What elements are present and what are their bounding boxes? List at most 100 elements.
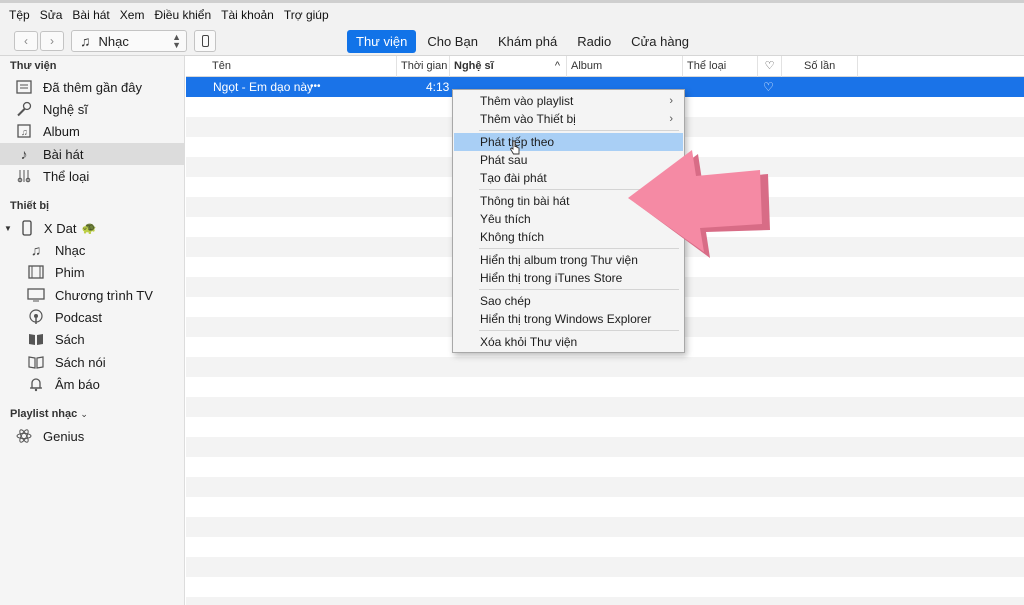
menu-help[interactable]: Trợ giúp [279, 4, 334, 26]
table-row [186, 577, 1024, 597]
music-note-icon: ♫ [80, 33, 91, 49]
love-heart-icon[interactable]: ♡ [763, 77, 774, 97]
sidebar-device-podcasts[interactable]: Podcast [0, 306, 185, 328]
sidebar-item-label: Album [43, 123, 80, 139]
chevron-left-icon: ‹ [24, 34, 28, 48]
sidebar-item-label: Phim [55, 264, 85, 280]
table-row [186, 437, 1024, 457]
sort-ascending-icon: ^ [554, 60, 560, 72]
menu-separator [479, 289, 679, 290]
table-row [186, 537, 1024, 557]
sidebar-device-tv[interactable]: Chương trình TV [0, 284, 185, 306]
tab-for-you[interactable]: Cho Bạn [418, 30, 487, 53]
column-plays[interactable]: Số lần phát [781, 56, 857, 93]
forward-button[interactable]: › [40, 31, 64, 51]
sidebar-item-label: Chương trình TV [55, 287, 153, 303]
music-note-icon: ♪ [20, 146, 28, 162]
sidebar-device-tones[interactable]: Âm báo [0, 373, 185, 395]
sidebar-item-artists[interactable]: Nghệ sĩ [0, 98, 185, 120]
song-time: 4:13 [426, 80, 450, 94]
column-time[interactable]: Thời gian [396, 56, 449, 77]
disclosure-triangle-icon[interactable]: ▼ [4, 224, 12, 233]
sidebar-item-label: Đã thêm gần đây [43, 79, 143, 95]
sidebar-item-label: Podcast [55, 309, 102, 325]
table-row [186, 397, 1024, 417]
submenu-chevron-icon: › [669, 95, 673, 107]
sidebar-item-label: Genius [43, 428, 85, 444]
column-artist[interactable]: Nghệ sĩ ^ [449, 56, 566, 77]
table-row [186, 377, 1024, 397]
media-kind-select[interactable]: ♫ Nhạc ▲ ▼ [71, 30, 187, 52]
recent-icon [15, 78, 33, 96]
submenu-chevron-icon: › [669, 113, 673, 125]
sidebar-item-albums[interactable]: ♫ Album [0, 120, 185, 142]
menu-separator [479, 130, 679, 131]
tab-bar: Thư viện Cho Bạn Khám phá Radio Cửa hàng [347, 29, 700, 53]
library-heading: Thư viện [10, 60, 57, 72]
tab-library[interactable]: Thư viện [347, 29, 417, 53]
menu-item-add-to-playlist[interactable]: Thêm vào playlist › [454, 92, 683, 110]
tab-radio[interactable]: Radio [568, 30, 620, 53]
sidebar-item-label: Nghệ sĩ [43, 101, 88, 117]
more-options-icon[interactable]: ••• [310, 77, 321, 97]
table-row [186, 597, 1024, 605]
menu-item-label: Xóa khỏi Thư viện [480, 335, 578, 349]
menu-item-add-to-device[interactable]: Thêm vào Thiết bị › [454, 110, 683, 128]
table-row [186, 417, 1024, 437]
table-row [186, 357, 1024, 377]
table-row [186, 517, 1024, 537]
tv-icon [27, 286, 45, 304]
table-row [186, 457, 1024, 477]
menu-edit[interactable]: Sửa [35, 4, 68, 26]
sidebar-item-label: Âm báo [55, 376, 100, 392]
menu-view[interactable]: Xem [115, 4, 150, 26]
sidebar-item-label: Bài hát [43, 146, 84, 162]
sidebar-item-label: Thể loại [43, 168, 90, 184]
sidebar-item-genres[interactable]: Thể loại [0, 165, 185, 187]
menu-item-show-in-store[interactable]: Hiển thị trong iTunes Store [454, 269, 683, 287]
tab-store[interactable]: Cửa hàng [622, 30, 698, 53]
genius-atom-icon [15, 427, 33, 445]
menu-account[interactable]: Tài khoản [216, 4, 279, 26]
menu-separator [479, 330, 679, 331]
sidebar-device-books[interactable]: Sách [0, 328, 185, 350]
menu-item-label: Không thích [480, 230, 545, 244]
toolbar: ‹ › ♫ Nhạc ▲ ▼ Thư viện Cho Bạn Khám phá … [0, 27, 1024, 56]
menu-controls[interactable]: Điều khiển [149, 4, 216, 26]
column-empty [857, 56, 1024, 77]
podcast-icon [27, 308, 45, 326]
sidebar-device[interactable]: ▼ X Dat 🐢 [0, 217, 185, 239]
sidebar-item-label: Sách [55, 331, 85, 347]
sidebar-item-songs[interactable]: ♪ Bài hát [0, 143, 185, 165]
device-name: X Dat [43, 220, 77, 236]
column-genre[interactable]: Thể loại [682, 56, 757, 77]
menu-song[interactable]: Bài hát [67, 4, 114, 26]
column-love[interactable]: ♡ [757, 56, 781, 77]
sidebar-device-movies[interactable]: Phim [0, 261, 185, 283]
sidebar-item-genius[interactable]: Genius [0, 425, 185, 447]
table-row [186, 497, 1024, 517]
back-button[interactable]: ‹ [14, 31, 38, 51]
menu-bar: Tệp Sửa Bài hát Xem Điều khiển Tài khoản… [0, 0, 1024, 27]
tab-browse[interactable]: Khám phá [489, 30, 566, 53]
table-header: Tên Thời gian Nghệ sĩ ^ Album Thể loại ♡… [186, 56, 1024, 93]
device-avatar-icon: 🐢 [81, 221, 97, 235]
hand-cursor-icon [509, 140, 520, 155]
updown-chevron-icon: ▲ ▼ [172, 32, 181, 50]
menu-item-delete-from-library[interactable]: Xóa khỏi Thư viện [454, 333, 683, 351]
column-album[interactable]: Album [566, 56, 682, 77]
pointing-arrow-icon [628, 150, 770, 258]
iphone-icon [18, 219, 36, 237]
menu-file[interactable]: Tệp [4, 4, 35, 26]
sidebar-item-recently-added[interactable]: Đã thêm gần đây [0, 76, 185, 98]
menu-item-show-in-explorer[interactable]: Hiển thị trong Windows Explorer [454, 310, 683, 328]
table-row [186, 477, 1024, 497]
device-button[interactable] [194, 30, 216, 52]
sidebar-device-audiobooks[interactable]: Sách nói [0, 351, 185, 373]
playlist-heading[interactable]: Playlist nhạc ⌄ [10, 408, 88, 420]
menu-item-label: Hiển thị trong iTunes Store [480, 271, 623, 285]
song-name: Ngọt - Em dạo này [213, 80, 314, 94]
column-name[interactable]: Tên [208, 56, 396, 77]
menu-item-copy[interactable]: Sao chép [454, 292, 683, 310]
sidebar-device-music[interactable]: ♫ Nhạc [0, 239, 185, 261]
